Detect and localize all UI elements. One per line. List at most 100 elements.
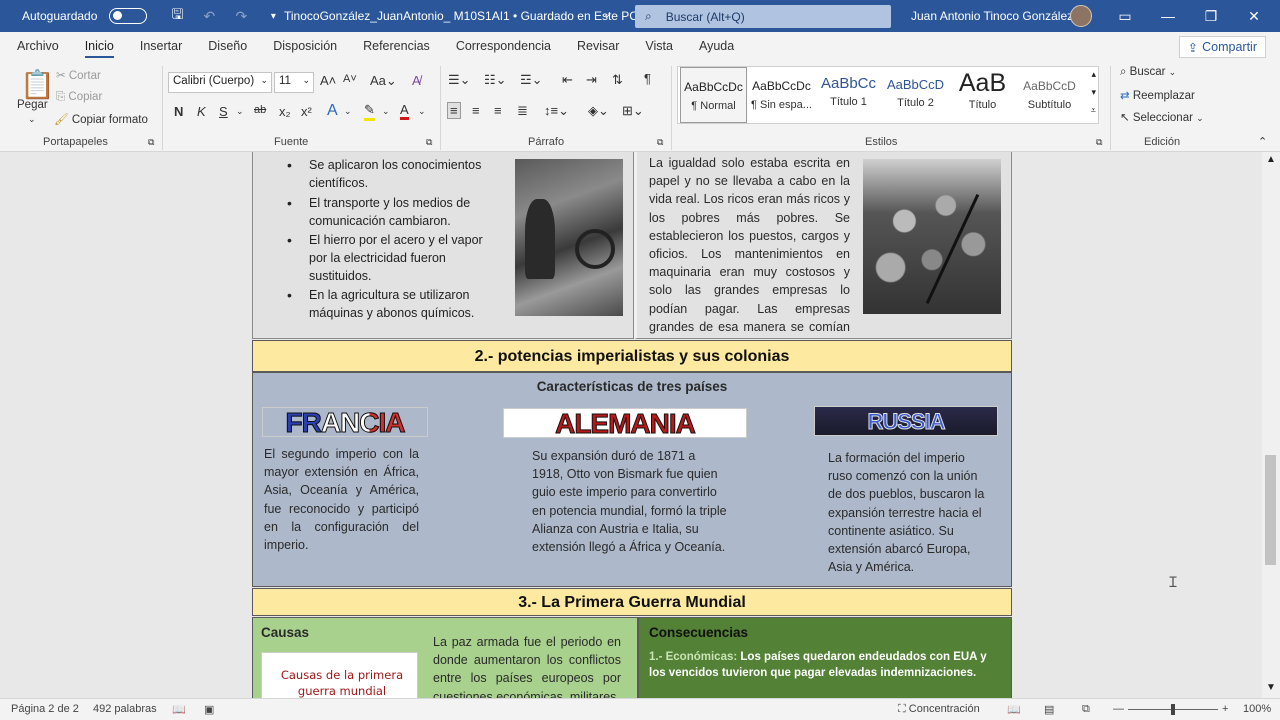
- decrease-indent-icon[interactable]: ⇤: [562, 72, 573, 88]
- zoom-thumb[interactable]: [1171, 704, 1175, 715]
- clipboard-launcher-icon[interactable]: ⧉: [148, 137, 154, 148]
- subscript-icon[interactable]: x₂: [279, 104, 291, 119]
- cut-button[interactable]: ✂ Cortar: [56, 68, 101, 82]
- paste-button[interactable]: Pegar: [17, 99, 48, 111]
- styles-scroll-up-icon[interactable]: ▴: [1091, 69, 1096, 80]
- restore-icon[interactable]: ❐: [1196, 4, 1226, 28]
- zoom-out-icon[interactable]: —: [1113, 703, 1124, 715]
- paragraph-launcher-icon[interactable]: ⧉: [657, 137, 663, 148]
- highlight-dropdown-icon[interactable]: ⌄: [382, 106, 390, 117]
- copy-button[interactable]: ⎘ Copiar: [56, 91, 102, 104]
- font-color-dropdown-icon[interactable]: ⌄: [418, 106, 426, 117]
- customize-toolbar-icon[interactable]: ▾: [261, 11, 285, 22]
- strikethrough-icon[interactable]: ab: [254, 104, 266, 116]
- tab-archivo[interactable]: Archivo: [4, 32, 72, 62]
- read-mode-icon[interactable]: 📖: [1007, 703, 1021, 716]
- paste-icon[interactable]: 📋: [20, 68, 55, 101]
- style-no-spacing[interactable]: AaBbCcDc ¶ Sin espa...: [748, 67, 815, 123]
- tab-inicio[interactable]: Inicio: [72, 32, 127, 62]
- underline-button[interactable]: S: [219, 104, 228, 119]
- change-case-icon[interactable]: Aa⌄: [370, 73, 397, 89]
- zoom-level[interactable]: 100%: [1243, 703, 1271, 715]
- title-dropdown-icon[interactable]: ⌄: [603, 9, 611, 20]
- search-box[interactable]: ⌕ Buscar (Alt+Q): [635, 5, 891, 28]
- format-painter-button[interactable]: 🖌 Copiar formato: [54, 112, 148, 126]
- vertical-scrollbar[interactable]: ▲ ▼: [1262, 152, 1280, 698]
- align-left-icon[interactable]: ≡: [447, 102, 461, 119]
- tab-correspondencia[interactable]: Correspondencia: [443, 32, 564, 62]
- superscript-icon[interactable]: x²: [301, 104, 312, 119]
- styles-more-icon[interactable]: ⩡: [1091, 105, 1096, 116]
- italic-button[interactable]: K: [197, 104, 206, 119]
- focus-button[interactable]: ⛶ Concentración: [898, 703, 980, 716]
- print-layout-icon[interactable]: ▤: [1044, 703, 1054, 716]
- read-aloud-icon[interactable]: 📖: [172, 703, 186, 716]
- highlight-icon[interactable]: ✎: [364, 102, 375, 121]
- scroll-down-icon[interactable]: ▼: [1266, 682, 1276, 693]
- font-color-icon[interactable]: A: [400, 102, 409, 120]
- redo-icon[interactable]: ↷: [229, 8, 253, 25]
- font-size-select[interactable]: 11 ⌄: [274, 72, 314, 93]
- underline-dropdown-icon[interactable]: ⌄: [236, 106, 244, 117]
- tab-insertar[interactable]: Insertar: [127, 32, 195, 62]
- tab-referencias[interactable]: Referencias: [350, 32, 443, 62]
- align-right-icon[interactable]: ≡: [494, 103, 502, 118]
- minimize-icon[interactable]: —: [1153, 4, 1183, 28]
- zoom-slider[interactable]: [1128, 704, 1218, 715]
- shrink-font-icon[interactable]: A˅: [343, 73, 357, 85]
- font-family-select[interactable]: Calibri (Cuerpo) ⌄: [168, 72, 272, 93]
- style-name: Subtítulo: [1027, 99, 1072, 111]
- word-count[interactable]: 492 palabras: [93, 703, 157, 715]
- ribbon-display-icon[interactable]: ▭: [1110, 4, 1140, 28]
- multilevel-list-icon[interactable]: ☲⌄: [520, 72, 543, 88]
- tab-diseno[interactable]: Diseño: [195, 32, 260, 62]
- tab-vista[interactable]: Vista: [632, 32, 686, 62]
- style-normal[interactable]: AaBbCcDc ¶ Normal: [680, 67, 747, 123]
- paste-dropdown-icon[interactable]: ⌄: [28, 114, 36, 125]
- styles-launcher-icon[interactable]: ⧉: [1096, 137, 1102, 148]
- autosave-toggle[interactable]: [109, 8, 148, 24]
- scroll-up-icon[interactable]: ▲: [1266, 154, 1276, 165]
- scroll-thumb[interactable]: [1265, 455, 1276, 565]
- document-area[interactable]: Se aplicaron los conocimientos científic…: [0, 152, 1262, 698]
- show-marks-icon[interactable]: ¶: [644, 71, 651, 86]
- replace-button[interactable]: ⇄ Reemplazar: [1120, 88, 1195, 102]
- user-avatar[interactable]: [1070, 5, 1092, 27]
- document-page[interactable]: Se aplicaron los conocimientos científic…: [252, 152, 1012, 698]
- font-launcher-icon[interactable]: ⧉: [426, 137, 432, 148]
- line-spacing-icon[interactable]: ↕≡⌄: [544, 103, 569, 119]
- zoom-in-icon[interactable]: +: [1222, 703, 1228, 715]
- style-subtitle[interactable]: AaBbCcD Subtítulo: [1016, 67, 1083, 123]
- text-effects-dropdown-icon[interactable]: ⌄: [344, 106, 352, 117]
- sort-icon[interactable]: ⇅: [612, 72, 623, 88]
- user-name[interactable]: Juan Antonio Tinoco González: [911, 9, 1073, 23]
- tab-revisar[interactable]: Revisar: [564, 32, 632, 62]
- borders-icon[interactable]: ⊞⌄: [622, 103, 644, 119]
- share-button[interactable]: ⇪ Compartir: [1178, 36, 1266, 58]
- close-icon[interactable]: ✕: [1239, 4, 1269, 28]
- bold-button[interactable]: N: [174, 104, 183, 119]
- numbering-icon[interactable]: ☷⌄: [484, 72, 507, 88]
- style-heading-2[interactable]: AaBbCcD Título 2: [882, 67, 949, 123]
- increase-indent-icon[interactable]: ⇥: [586, 72, 597, 88]
- grow-font-icon[interactable]: A˄: [320, 73, 336, 88]
- page-count[interactable]: Página 2 de 2: [11, 703, 79, 715]
- bullets-icon[interactable]: ☰⌄: [448, 72, 471, 88]
- styles-scroll-down-icon[interactable]: ▾: [1091, 87, 1096, 98]
- accessibility-icon[interactable]: ▣: [204, 703, 214, 716]
- style-title[interactable]: AaB Título: [949, 67, 1016, 123]
- collapse-ribbon-icon[interactable]: ⌃: [1258, 135, 1267, 148]
- tab-ayuda[interactable]: Ayuda: [686, 32, 747, 62]
- justify-icon[interactable]: ≣: [517, 103, 528, 119]
- tab-disposicion[interactable]: Disposición: [260, 32, 350, 62]
- undo-icon[interactable]: ↶: [197, 8, 221, 25]
- clear-formatting-icon[interactable]: A̸: [412, 73, 421, 88]
- find-button[interactable]: ⌕ Buscar ⌄: [1120, 66, 1176, 79]
- style-heading-1[interactable]: AaBbCc Título 1: [815, 67, 882, 123]
- save-icon[interactable]: 🖫: [165, 4, 189, 28]
- text-effects-icon[interactable]: A: [327, 102, 338, 120]
- align-center-icon[interactable]: ≡: [472, 103, 480, 118]
- shading-icon[interactable]: ◈⌄: [588, 103, 609, 119]
- select-button[interactable]: ↖ Seleccionar ⌄: [1120, 110, 1204, 124]
- web-layout-icon[interactable]: ⧉: [1082, 703, 1090, 716]
